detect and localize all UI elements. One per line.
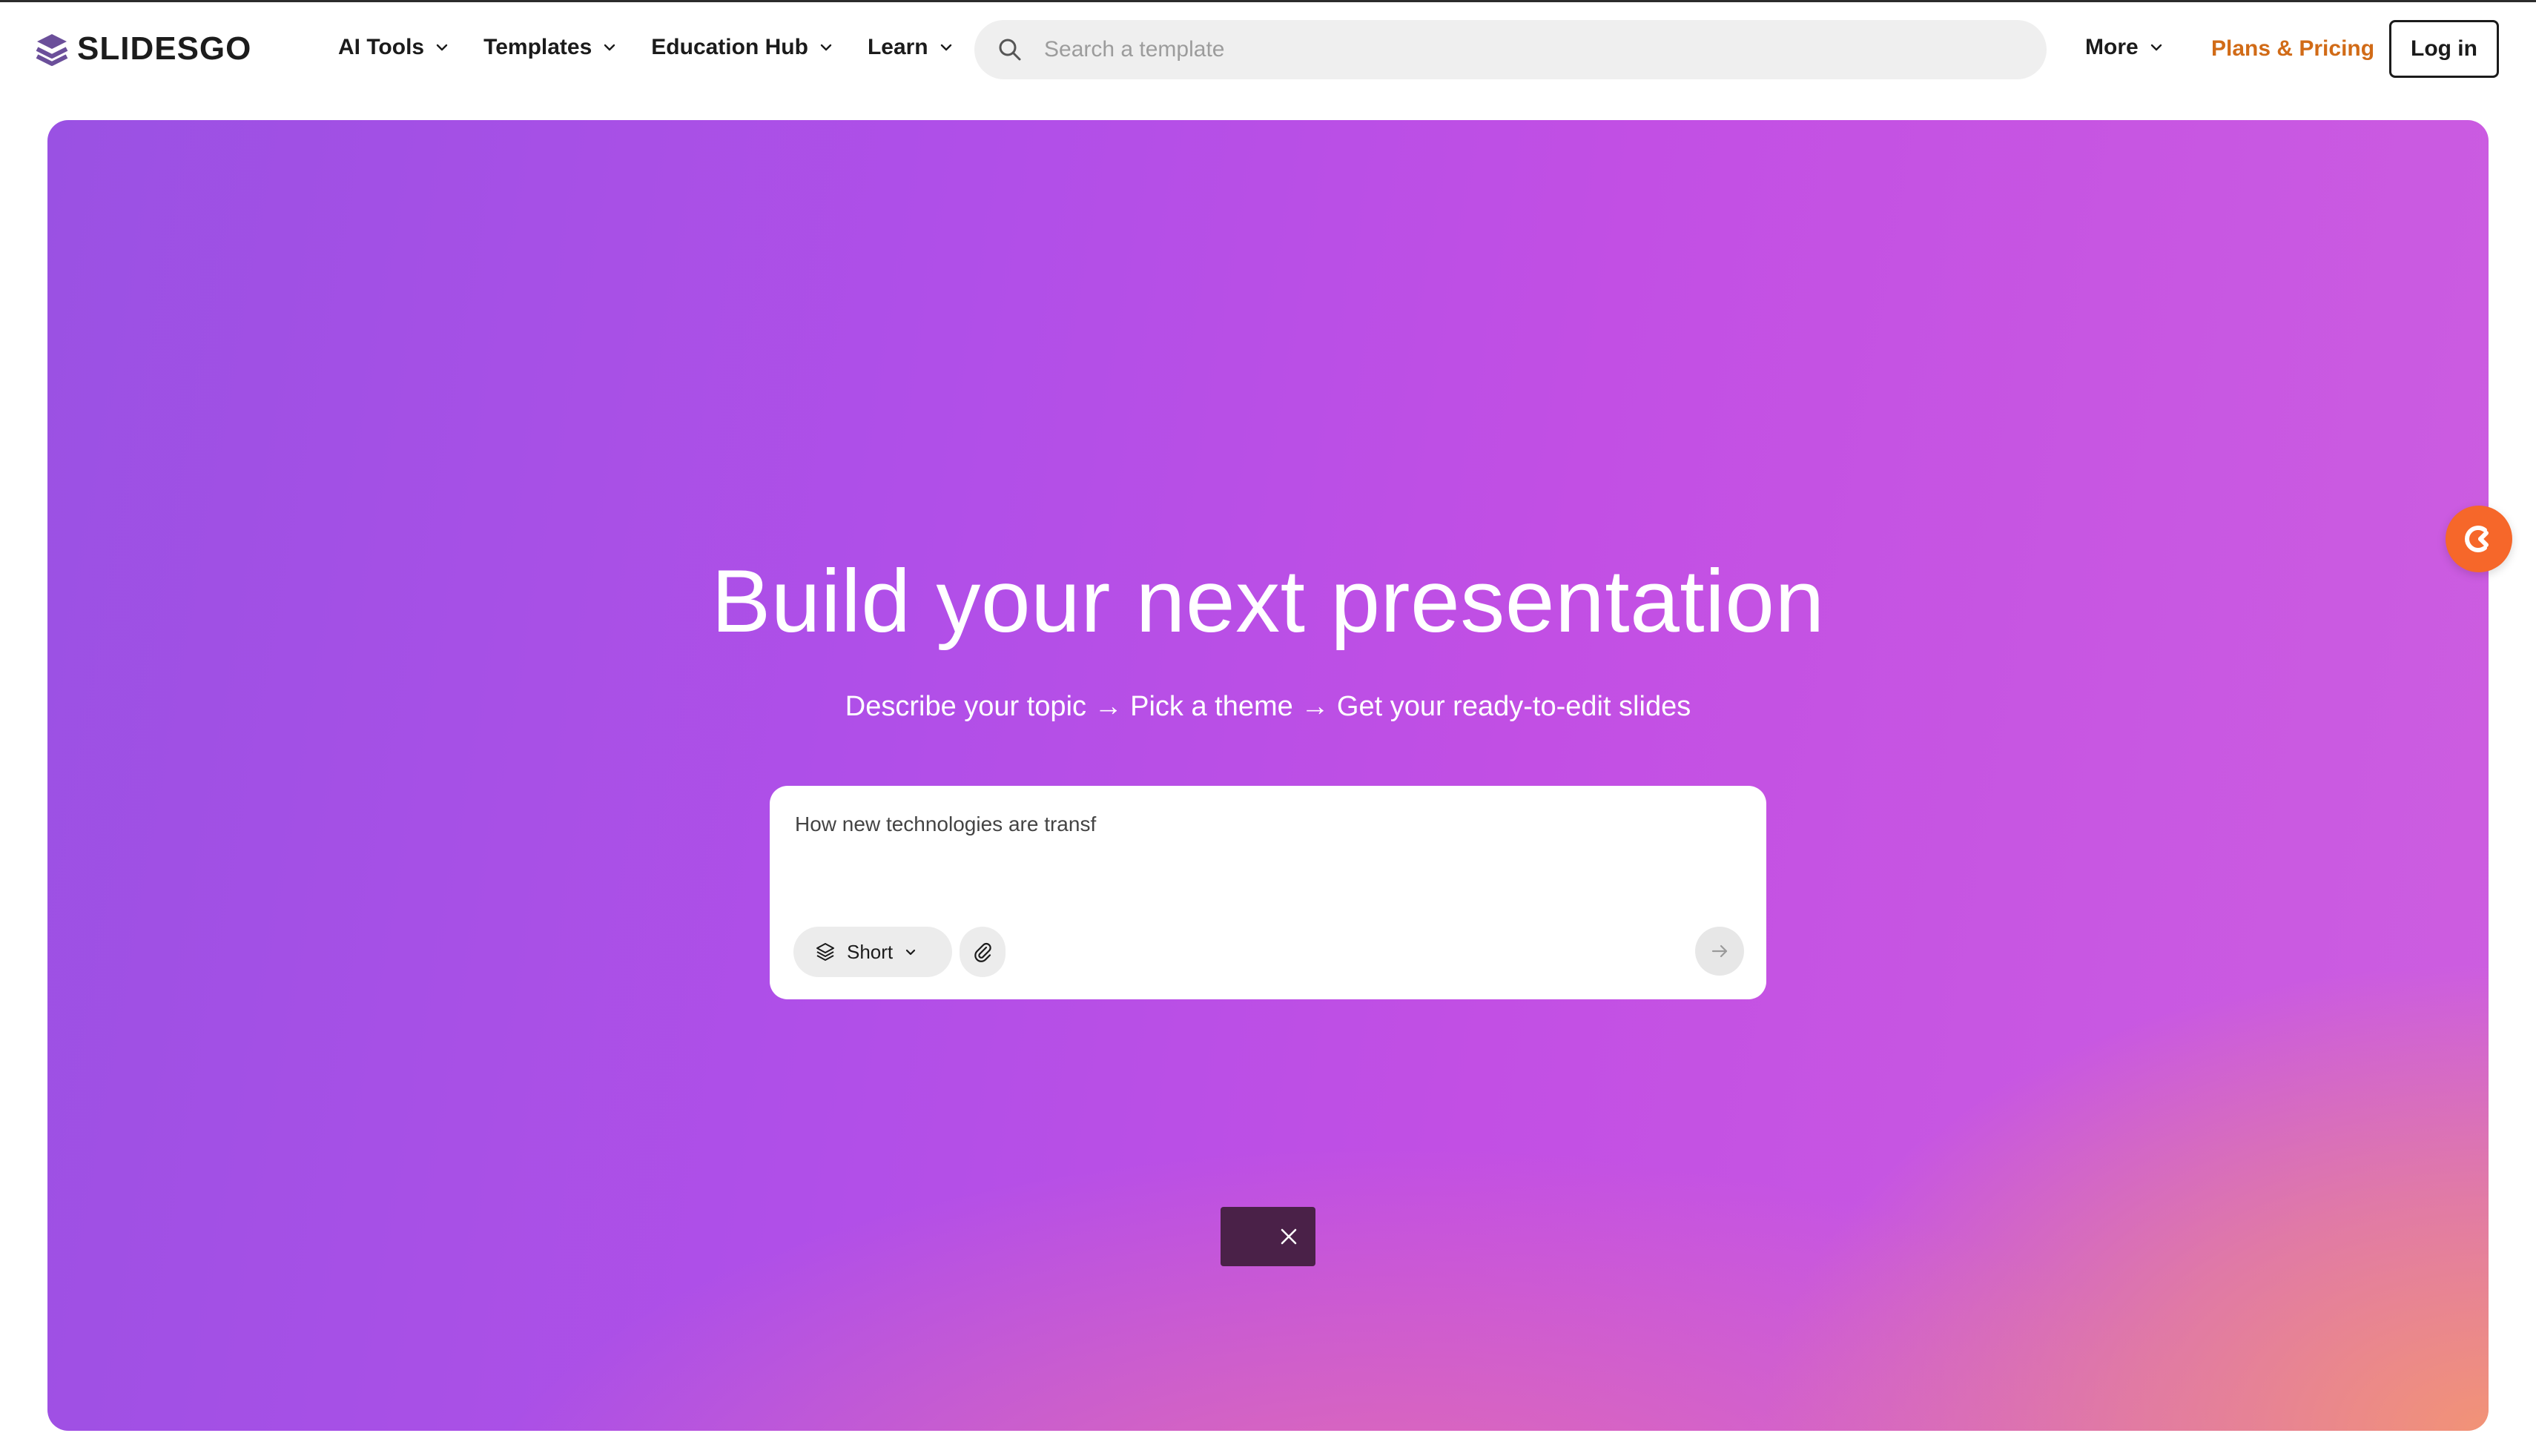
nav-education-hub[interactable]: Education Hub (651, 35, 833, 60)
more-menu[interactable]: More (2085, 35, 2164, 60)
nav-label: Education Hub (651, 35, 808, 59)
toast (1221, 1207, 1315, 1266)
refresh-icon (2465, 526, 2489, 552)
search-bar[interactable] (974, 20, 2047, 79)
nav-label: Learn (867, 35, 928, 59)
search-icon (999, 39, 1021, 61)
nav-ai-tools[interactable]: AI Tools (338, 35, 449, 60)
chevron-down-icon (906, 949, 916, 956)
chevron-down-icon (2150, 44, 2162, 51)
more-label: More (2085, 35, 2139, 59)
logo-text: SLIDESGO (77, 30, 252, 67)
chevron-down-icon (604, 44, 615, 51)
arrow-right-icon (1711, 944, 1728, 958)
site-header: SLIDESGO AI Tools Templates Education Hu… (0, 2, 2536, 96)
login-button[interactable]: Log in (2389, 20, 2499, 78)
nav-label: AI Tools (338, 35, 425, 59)
close-icon[interactable] (1278, 1226, 1299, 1247)
main-nav: AI Tools Templates Education Hub Learn (338, 35, 954, 60)
chevron-down-icon (820, 44, 832, 51)
nav-learn[interactable]: Learn (868, 35, 954, 60)
prompt-input[interactable]: How new technologies are transf (793, 811, 1746, 903)
paperclip-icon (974, 942, 991, 962)
nav-templates[interactable]: Templates (483, 35, 617, 60)
length-label: Short (847, 940, 894, 963)
chevron-down-icon (436, 44, 448, 51)
nav-label: Templates (483, 35, 592, 59)
search-input[interactable] (1043, 36, 2010, 63)
logo[interactable]: SLIDESGO (34, 30, 251, 67)
plans-pricing-link[interactable]: Plans & Pricing (2211, 36, 2374, 62)
slidesgo-logo-icon (36, 34, 68, 66)
send-button[interactable] (1695, 927, 1744, 976)
floating-action-button[interactable] (2446, 506, 2512, 572)
hero-subtitle: Describe your topic → Pick a theme → Get… (845, 691, 1691, 722)
length-dropdown[interactable]: Short (793, 927, 952, 977)
layers-icon (816, 943, 834, 961)
attach-button[interactable] (960, 927, 1006, 977)
prompt-card: How new technologies are transf Short (770, 786, 1766, 999)
chevron-down-icon (940, 44, 951, 51)
hero-title: Build your next presentation (711, 552, 1825, 651)
hero-banner: Build your next presentation Describe yo… (47, 120, 2489, 1431)
